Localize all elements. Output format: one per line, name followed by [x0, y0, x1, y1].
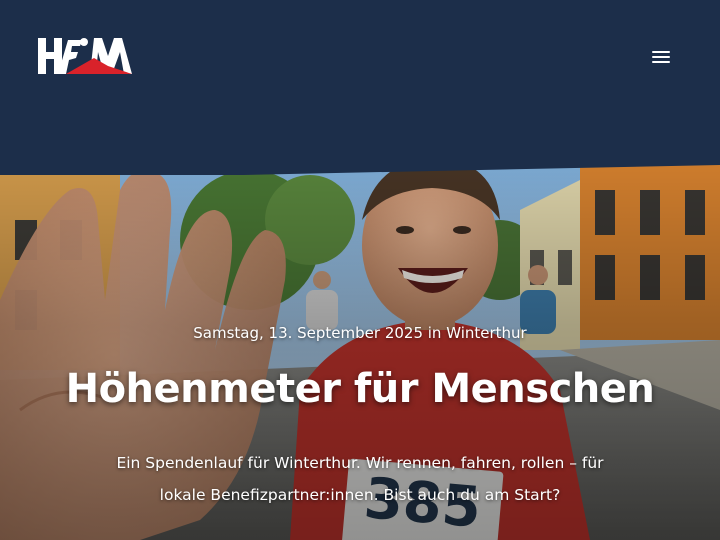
hero-content: Samstag, 13. September 2025 in Winterthu…	[0, 150, 720, 540]
site-logo[interactable]	[38, 36, 132, 76]
event-date: Samstag, 13. September 2025 in Winterthu…	[193, 324, 527, 342]
hero-description: Ein Spendenlauf für Winterthur. Wir renn…	[116, 454, 604, 504]
site-header	[0, 0, 720, 175]
hamburger-menu-icon-line	[652, 61, 670, 63]
page-title: Höhenmeter für Menschen	[65, 366, 655, 412]
hfm-logo-icon	[38, 38, 132, 74]
hamburger-menu-icon-line	[652, 56, 670, 58]
hamburger-menu-button[interactable]	[650, 49, 672, 67]
hamburger-menu-icon-line	[652, 51, 670, 53]
